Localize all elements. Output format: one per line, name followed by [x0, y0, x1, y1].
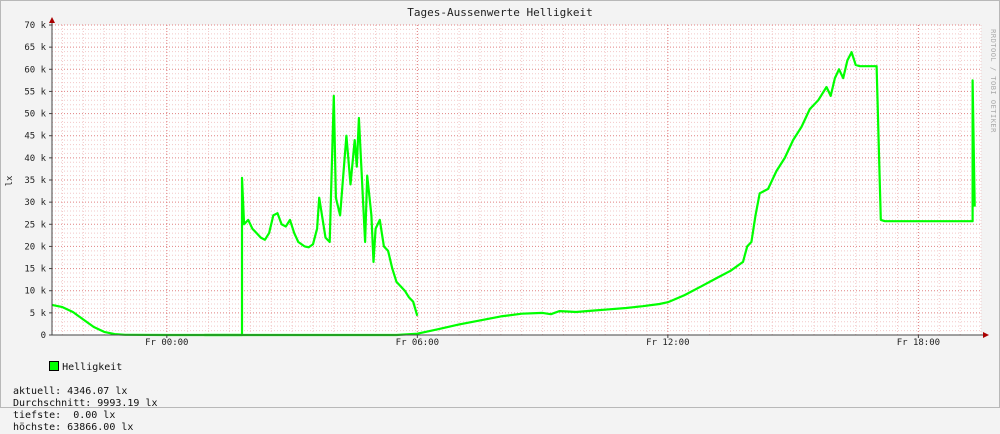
y-tick-label: 10 k [24, 287, 46, 297]
legend-aktuell: aktuell: 4346.07 lx [13, 386, 128, 397]
legend-swatch-helligkeit [49, 361, 60, 371]
chart-title: Tages-Aussenwerte Helligkeit [407, 6, 592, 19]
y-tick-label: 35 k [24, 176, 46, 186]
legend-hoechste: höchste: 63866.00 lx [13, 422, 134, 433]
y-tick-label: 70 k [24, 21, 46, 31]
legend-durchschnitt: Durchschnitt: 9993.19 lx [13, 398, 158, 409]
y-axis-arrow [49, 17, 55, 23]
y-tick-label: 50 k [24, 110, 46, 120]
rrdtool-credit: RRDTOOL / TOBI OETIKER [989, 29, 997, 133]
y-tick-label: 15 k [24, 265, 46, 275]
legend-series-label: Helligkeit [62, 362, 123, 373]
x-tick-label: Fr 06:00 [396, 338, 439, 348]
y-tick-label: 25 k [24, 220, 46, 230]
y-tick-label: 20 k [24, 242, 46, 252]
legend-entry-helligkeit: Helligkeit [13, 349, 158, 386]
y-tick-label: 0 [41, 331, 46, 341]
y-tick-label: 55 k [24, 87, 46, 97]
chart-svg: Tages-Aussenwerte Helligkeit lx RRDTOOL … [5, 6, 997, 348]
y-tick-label: 30 k [24, 198, 46, 208]
x-axis-arrow [983, 332, 989, 338]
legend: Helligkeit aktuell: 4346.07 lx Durchschn… [13, 349, 158, 434]
chart-frame: Tages-Aussenwerte Helligkeit lx RRDTOOL … [0, 0, 1000, 433]
x-tick-label: Fr 12:00 [646, 338, 689, 348]
y-tick-label: 60 k [24, 65, 46, 75]
y-tick-label: 45 k [24, 132, 46, 142]
y-tick-label: 5 k [30, 309, 47, 319]
y-axis-label: lx [5, 175, 15, 186]
legend-tiefste: tiefste: 0.00 lx [13, 410, 116, 421]
y-tick-label: 65 k [24, 43, 46, 53]
x-tick-label: Fr 18:00 [897, 338, 940, 348]
x-tick-label: Fr 00:00 [145, 338, 188, 348]
y-tick-label: 40 k [24, 154, 46, 164]
